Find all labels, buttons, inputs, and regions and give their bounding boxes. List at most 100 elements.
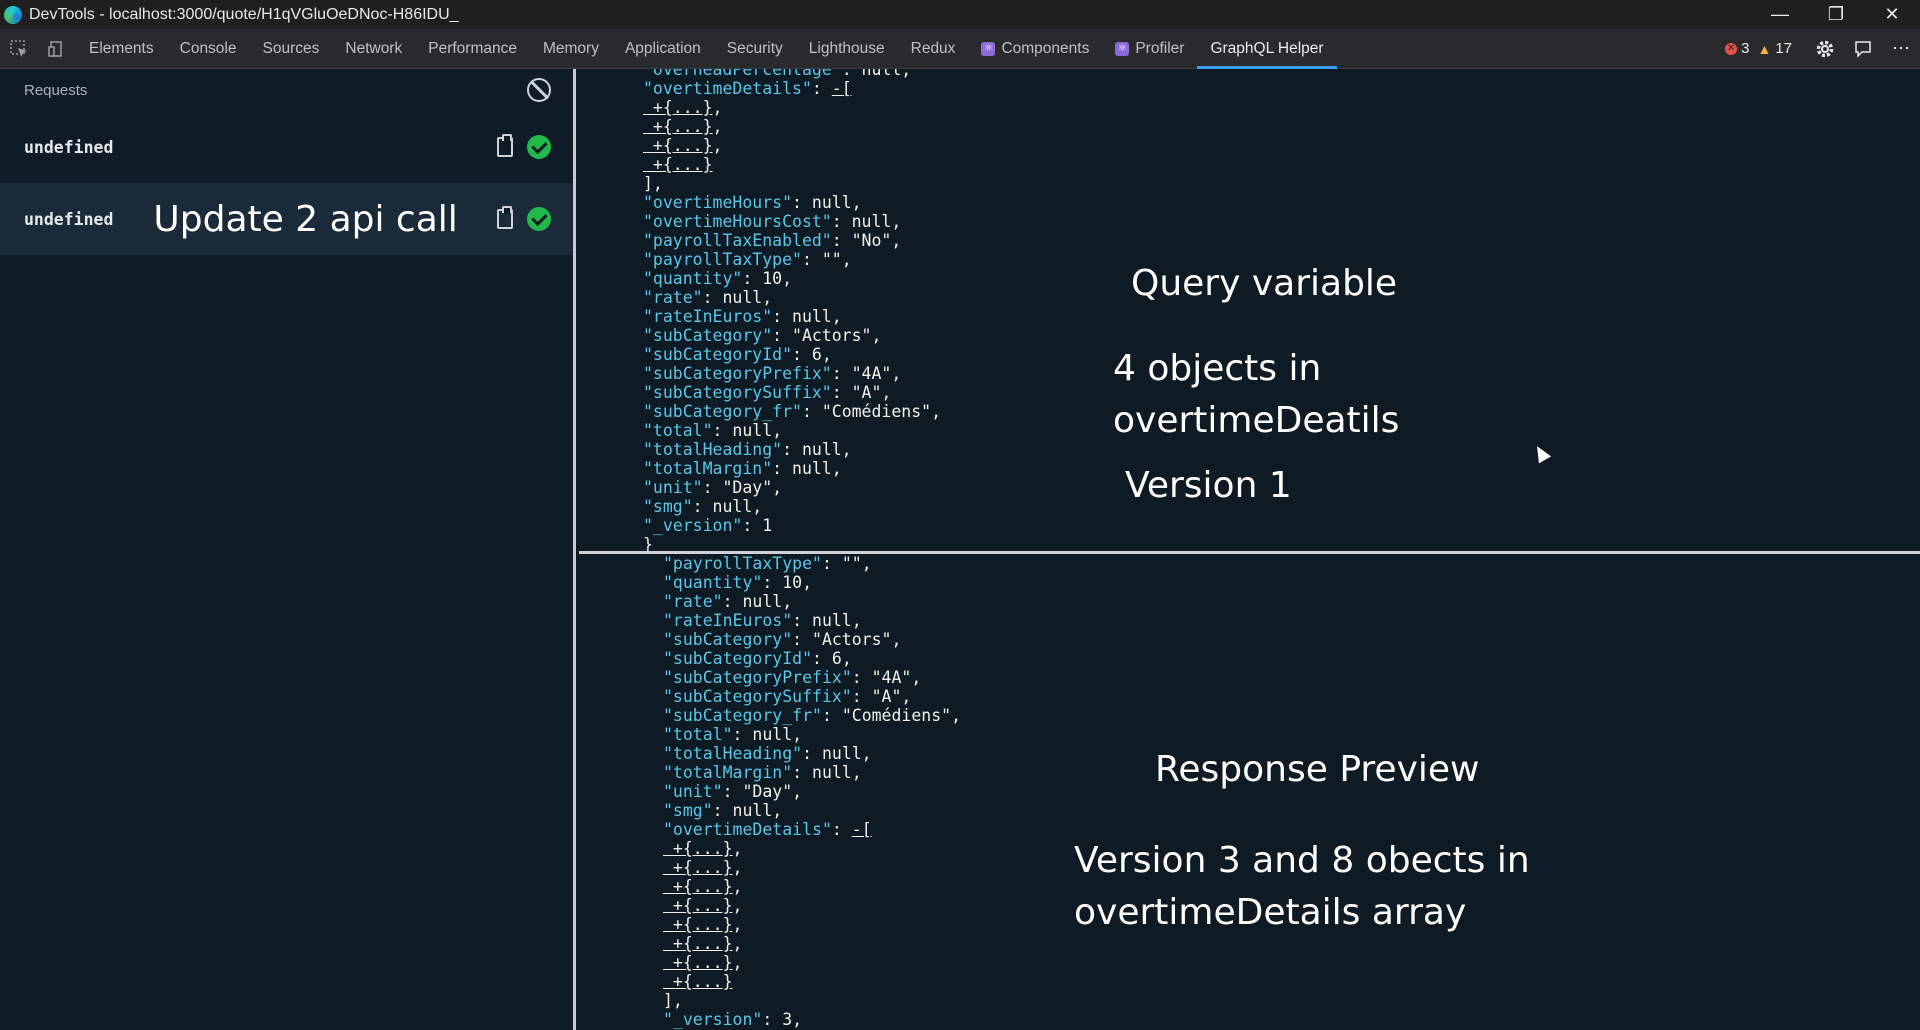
edge-logo-icon: [4, 5, 22, 24]
json-line: "overtimeDetails": -[: [643, 79, 941, 98]
more-options-icon[interactable]: ⋯: [1882, 29, 1920, 69]
json-key: "payrollTaxType": [663, 554, 822, 573]
json-value: : null,: [792, 193, 862, 212]
close-button[interactable]: ✕: [1864, 0, 1920, 29]
json-line: "totalHeading": null,: [643, 440, 941, 459]
json-key: "subCategory": [663, 630, 793, 649]
json-line: "totalMargin": null,: [663, 763, 961, 782]
json-expand-link[interactable]: {...}: [663, 136, 713, 155]
json-expand-link[interactable]: {...}: [683, 877, 733, 896]
json-line: +{...},: [663, 896, 961, 915]
json-expand-link[interactable]: -[: [852, 820, 872, 839]
json-value: : null,: [772, 307, 842, 326]
json-line: "overtimeHoursCost": null,: [643, 212, 941, 231]
json-expand-toggle[interactable]: +: [663, 858, 683, 877]
tab-profiler[interactable]: ⚛ Profiler: [1102, 29, 1197, 69]
tab-components[interactable]: ⚛ Components: [968, 29, 1102, 69]
response-annotation-title: Response Preview: [1155, 749, 1480, 790]
query-variables-pane[interactable]: "overheadPercentage": null, "overtimeDeta…: [579, 69, 1920, 554]
json-expand-toggle[interactable]: +: [663, 972, 683, 991]
json-line: "overtimeDetails": -[: [663, 820, 961, 839]
clear-requests-icon[interactable]: [527, 78, 551, 102]
json-line: "payrollTaxEnabled": "No",: [643, 231, 941, 250]
json-expand-toggle[interactable]: +: [663, 877, 683, 896]
query-variables-json: "overheadPercentage": null, "overtimeDeta…: [643, 69, 941, 551]
json-value: : "Day",: [722, 782, 803, 801]
inspect-element-icon[interactable]: [0, 29, 38, 69]
json-line: "subCategory": "Actors",: [643, 326, 941, 345]
json-value: : null,: [712, 801, 783, 820]
json-expand-link[interactable]: {...}: [683, 972, 733, 991]
response-preview-pane[interactable]: "payrollTaxType": "", "quantity": 10, "rat…: [579, 554, 1920, 1030]
json-key: "totalMargin": [663, 763, 793, 782]
json-expand-link[interactable]: {...}: [683, 858, 733, 877]
copy-clipboard-icon[interactable]: [497, 206, 513, 229]
json-line: "smg": null,: [663, 801, 961, 820]
json-expand-link[interactable]: {...}: [683, 915, 733, 934]
tab-redux[interactable]: Redux: [898, 29, 969, 69]
json-expand-toggle[interactable]: +: [663, 915, 683, 934]
json-expand-toggle[interactable]: +: [663, 934, 683, 953]
minimize-button[interactable]: —: [1752, 0, 1808, 29]
json-value: ,: [732, 953, 743, 972]
json-key: "subCategory_fr": [643, 402, 802, 421]
json-line: +{...},: [663, 953, 961, 972]
tab-lighthouse[interactable]: Lighthouse: [796, 29, 898, 69]
json-key: "payrollTaxEnabled": [643, 231, 832, 250]
device-toolbar-icon[interactable]: [38, 29, 76, 69]
json-key: "subCategory_fr": [663, 706, 822, 725]
issues-counter[interactable]: ✕ 3 ▲ 17: [1725, 40, 1792, 57]
json-key: "unit": [663, 782, 723, 801]
restore-button[interactable]: ❐: [1808, 0, 1864, 29]
json-expand-toggle[interactable]: +: [663, 953, 683, 972]
tab-console[interactable]: Console: [167, 29, 250, 69]
settings-gear-icon[interactable]: [1806, 29, 1844, 69]
json-line: "unit": "Day",: [663, 782, 961, 801]
success-check-icon: [527, 207, 551, 231]
tab-network[interactable]: Network: [332, 29, 415, 69]
json-expand-link[interactable]: -[: [832, 79, 852, 98]
json-key: "overtimeHoursCost": [643, 212, 832, 231]
json-expand-link[interactable]: {...}: [663, 117, 713, 136]
json-key: "subCategory": [643, 326, 773, 345]
json-key: "rate": [663, 592, 723, 611]
tab-memory[interactable]: Memory: [530, 29, 612, 69]
json-expand-link[interactable]: {...}: [683, 839, 733, 858]
json-value: ,: [732, 858, 743, 877]
query-annotation-line2: overtimeDeatils: [1113, 400, 1400, 441]
json-expand-link[interactable]: {...}: [663, 98, 713, 117]
request-row-selected[interactable]: undefined Update 2 api call: [0, 183, 573, 255]
json-expand-toggle[interactable]: +: [643, 136, 663, 155]
tab-application[interactable]: Application: [612, 29, 714, 69]
feedback-icon[interactable]: [1844, 29, 1882, 69]
json-line: "rateInEuros": null,: [643, 307, 941, 326]
json-line: +{...}: [643, 155, 941, 174]
json-line: +{...},: [643, 98, 941, 117]
json-expand-link[interactable]: {...}: [683, 953, 733, 972]
json-value: : "Day",: [702, 478, 783, 497]
json-expand-link[interactable]: {...}: [663, 155, 713, 174]
json-expand-toggle[interactable]: +: [643, 117, 663, 136]
tab-elements[interactable]: Elements: [76, 29, 167, 69]
tab-sources[interactable]: Sources: [250, 29, 333, 69]
request-row[interactable]: undefined: [0, 111, 573, 183]
tab-graphql-helper[interactable]: GraphQL Helper: [1197, 29, 1337, 69]
json-expand-toggle[interactable]: +: [663, 896, 683, 915]
json-value: : null,: [692, 497, 763, 516]
json-expand-toggle[interactable]: +: [643, 98, 663, 117]
copy-clipboard-icon[interactable]: [497, 134, 513, 157]
json-expand-link[interactable]: {...}: [683, 934, 733, 953]
json-value: : "No",: [831, 231, 902, 250]
json-value: : "",: [801, 250, 852, 269]
tab-security[interactable]: Security: [714, 29, 796, 69]
json-line: +{...}: [663, 972, 961, 991]
json-value: ,: [732, 877, 743, 896]
request-annotation: Update 2 api call: [153, 198, 458, 240]
json-value: : "Comédiens",: [821, 706, 962, 725]
json-expand-link[interactable]: {...}: [683, 896, 733, 915]
warning-count: 17: [1775, 40, 1792, 57]
tab-performance[interactable]: Performance: [415, 29, 530, 69]
json-value: : 6,: [812, 649, 852, 668]
json-expand-toggle[interactable]: +: [643, 155, 663, 174]
json-expand-toggle[interactable]: +: [663, 839, 683, 858]
